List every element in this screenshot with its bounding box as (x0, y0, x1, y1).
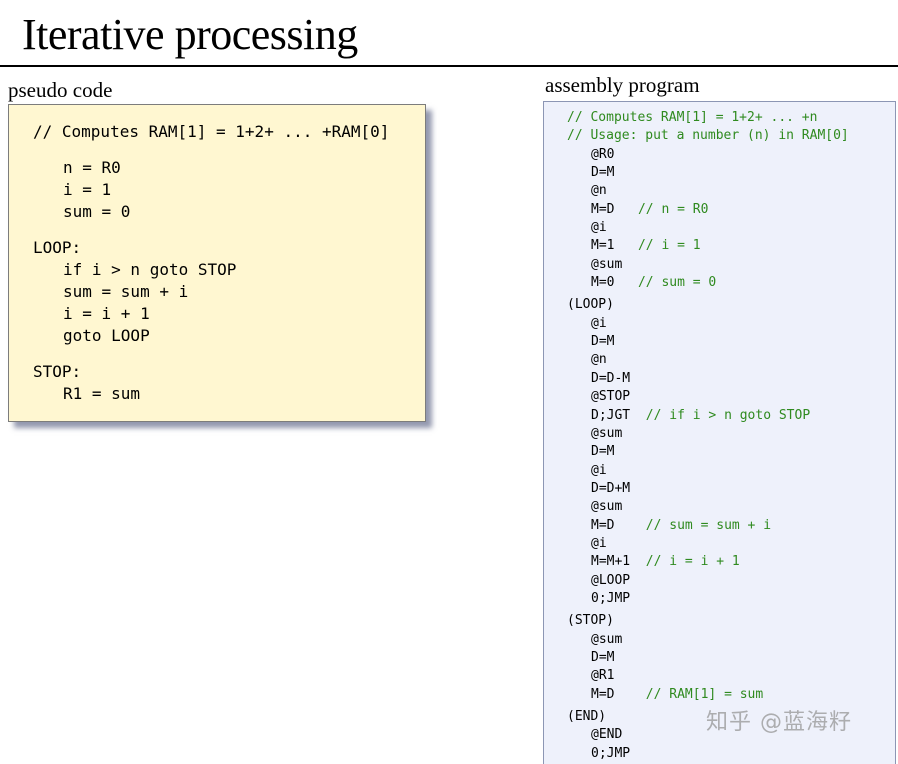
assembly-line: M=0 // sum = 0 (567, 274, 895, 292)
assembly-line: 0;JMP (567, 590, 895, 608)
title-divider (0, 65, 898, 67)
assembly-line: D=M (567, 164, 895, 182)
assembly-line: @R1 (567, 667, 895, 685)
pseudo-code-line: i = 1 (63, 180, 112, 199)
assembly-instruction: D=D-M (591, 370, 631, 386)
assembly-instruction: (STOP) (567, 613, 614, 629)
assembly-line: // Computes RAM[1] = 1+2+ ... +n (567, 109, 895, 127)
slide-title: Iterative processing (22, 10, 358, 59)
assembly-comment: // n = R0 (637, 201, 709, 217)
pseudo-code-line: n = R0 (63, 158, 121, 177)
assembly-instruction: M=D (591, 517, 646, 533)
pseudo-code-line: R1 = sum (63, 384, 141, 403)
assembly-instruction: @sum (591, 425, 623, 441)
pseudo-code-line: LOOP: (33, 238, 82, 257)
assembly-line: @sum (567, 425, 895, 443)
pseudo-code-box: // Computes RAM[1] = 1+2+ ... +RAM[0] n =… (8, 104, 426, 422)
assembly-line: 0;JMP (567, 745, 895, 763)
assembly-instruction: M=0 (591, 275, 638, 291)
pseudo-code-line: goto LOOP (63, 326, 150, 345)
assembly-instruction: 0;JMP (591, 590, 631, 606)
assembly-comment: // sum = sum + i (645, 517, 772, 533)
pseudo-code-label: pseudo code (8, 78, 113, 102)
assembly-line: (LOOP) (567, 296, 895, 314)
assembly-instruction: @i (591, 315, 607, 331)
assembly-instruction: @sum (591, 499, 623, 515)
assembly-instruction: M=1 (591, 238, 638, 254)
assembly-instruction: D=M (591, 649, 615, 665)
assembly-line: @n (567, 351, 895, 369)
assembly-line: @LOOP (567, 572, 895, 590)
assembly-line: @i (567, 535, 895, 553)
assembly-line: @i (567, 315, 895, 333)
assembly-instruction: @STOP (591, 389, 631, 405)
pseudo-code-line: sum = sum + i (63, 282, 189, 301)
assembly-comment: // if i > n goto STOP (645, 407, 811, 423)
assembly-instruction: @LOOP (591, 572, 631, 588)
assembly-line: D=M (567, 443, 895, 461)
assembly-instruction: (END) (567, 709, 607, 724)
assembly-line: @sum (567, 631, 895, 649)
pseudo-code-line: if i > n goto STOP (63, 260, 237, 279)
pseudo-code-line: sum = 0 (63, 202, 131, 221)
assembly-instruction: D=D+M (591, 480, 631, 496)
assembly-comment: // i = 1 (637, 238, 701, 254)
assembly-instruction: @R0 (591, 146, 615, 162)
assembly-instruction: M=D (591, 201, 638, 217)
assembly-instruction: @n (591, 183, 607, 199)
assembly-line: @n (567, 182, 895, 200)
assembly-instruction: @END (591, 727, 623, 743)
assembly-line: @i (567, 219, 895, 237)
assembly-line: @sum (567, 256, 895, 274)
assembly-instruction: D;JGT (591, 407, 646, 423)
assembly-program-box: // Computes RAM[1] = 1+2+ ... +n // Usage… (543, 101, 896, 764)
assembly-comment: // sum = 0 (637, 275, 717, 291)
pseudo-code-line: STOP: (33, 362, 82, 381)
assembly-line: M=M+1 // i = i + 1 (567, 553, 895, 571)
assembly-instruction: @sum (591, 631, 623, 647)
pseudo-comment-line: // Computes RAM[1] = 1+2+ ... +RAM[0] (33, 122, 390, 141)
assembly-instruction: M=D (591, 686, 646, 702)
assembly-line: D;JGT // if i > n goto STOP (567, 407, 895, 425)
assembly-line: @STOP (567, 388, 895, 406)
assembly-instruction: @n (591, 352, 607, 368)
assembly-instruction: D=M (591, 165, 615, 181)
assembly-line: D=D-M (567, 370, 895, 388)
assembly-line: M=D // n = R0 (567, 201, 895, 219)
assembly-line: M=D // RAM[1] = sum (567, 686, 895, 704)
assembly-comment: // Usage: put a number (n) in RAM[0] (567, 128, 849, 144)
assembly-instruction: D=M (591, 334, 615, 350)
assembly-instruction: @i (591, 535, 607, 551)
assembly-instruction: D=M (591, 444, 615, 460)
assembly-instruction: (LOOP) (567, 297, 614, 313)
assembly-instruction: @i (591, 220, 607, 236)
assembly-line: // Usage: put a number (n) in RAM[0] (567, 127, 895, 145)
assembly-instruction: M=M+1 (591, 554, 646, 570)
assembly-instruction: @sum (591, 256, 623, 272)
assembly-line: M=D // sum = sum + i (567, 517, 895, 535)
assembly-comment: // Computes RAM[1] = 1+2+ ... +n (567, 110, 818, 125)
assembly-comment: // RAM[1] = sum (645, 686, 764, 702)
assembly-instruction: @i (591, 462, 607, 478)
assembly-line: (STOP) (567, 612, 895, 630)
assembly-instruction: 0;JMP (591, 745, 631, 761)
assembly-line: @sum (567, 498, 895, 516)
assembly-instruction: @R1 (591, 668, 615, 684)
assembly-line: M=1 // i = 1 (567, 237, 895, 255)
assembly-line: D=M (567, 333, 895, 351)
assembly-comment: // i = i + 1 (645, 554, 740, 570)
assembly-line: @R0 (567, 146, 895, 164)
pseudo-code-line: i = i + 1 (63, 304, 150, 323)
assembly-program-label: assembly program (545, 73, 700, 97)
watermark: 知乎 @蓝海籽 (706, 710, 852, 735)
assembly-line: D=M (567, 649, 895, 667)
assembly-line: D=D+M (567, 480, 895, 498)
assembly-line: @i (567, 462, 895, 480)
